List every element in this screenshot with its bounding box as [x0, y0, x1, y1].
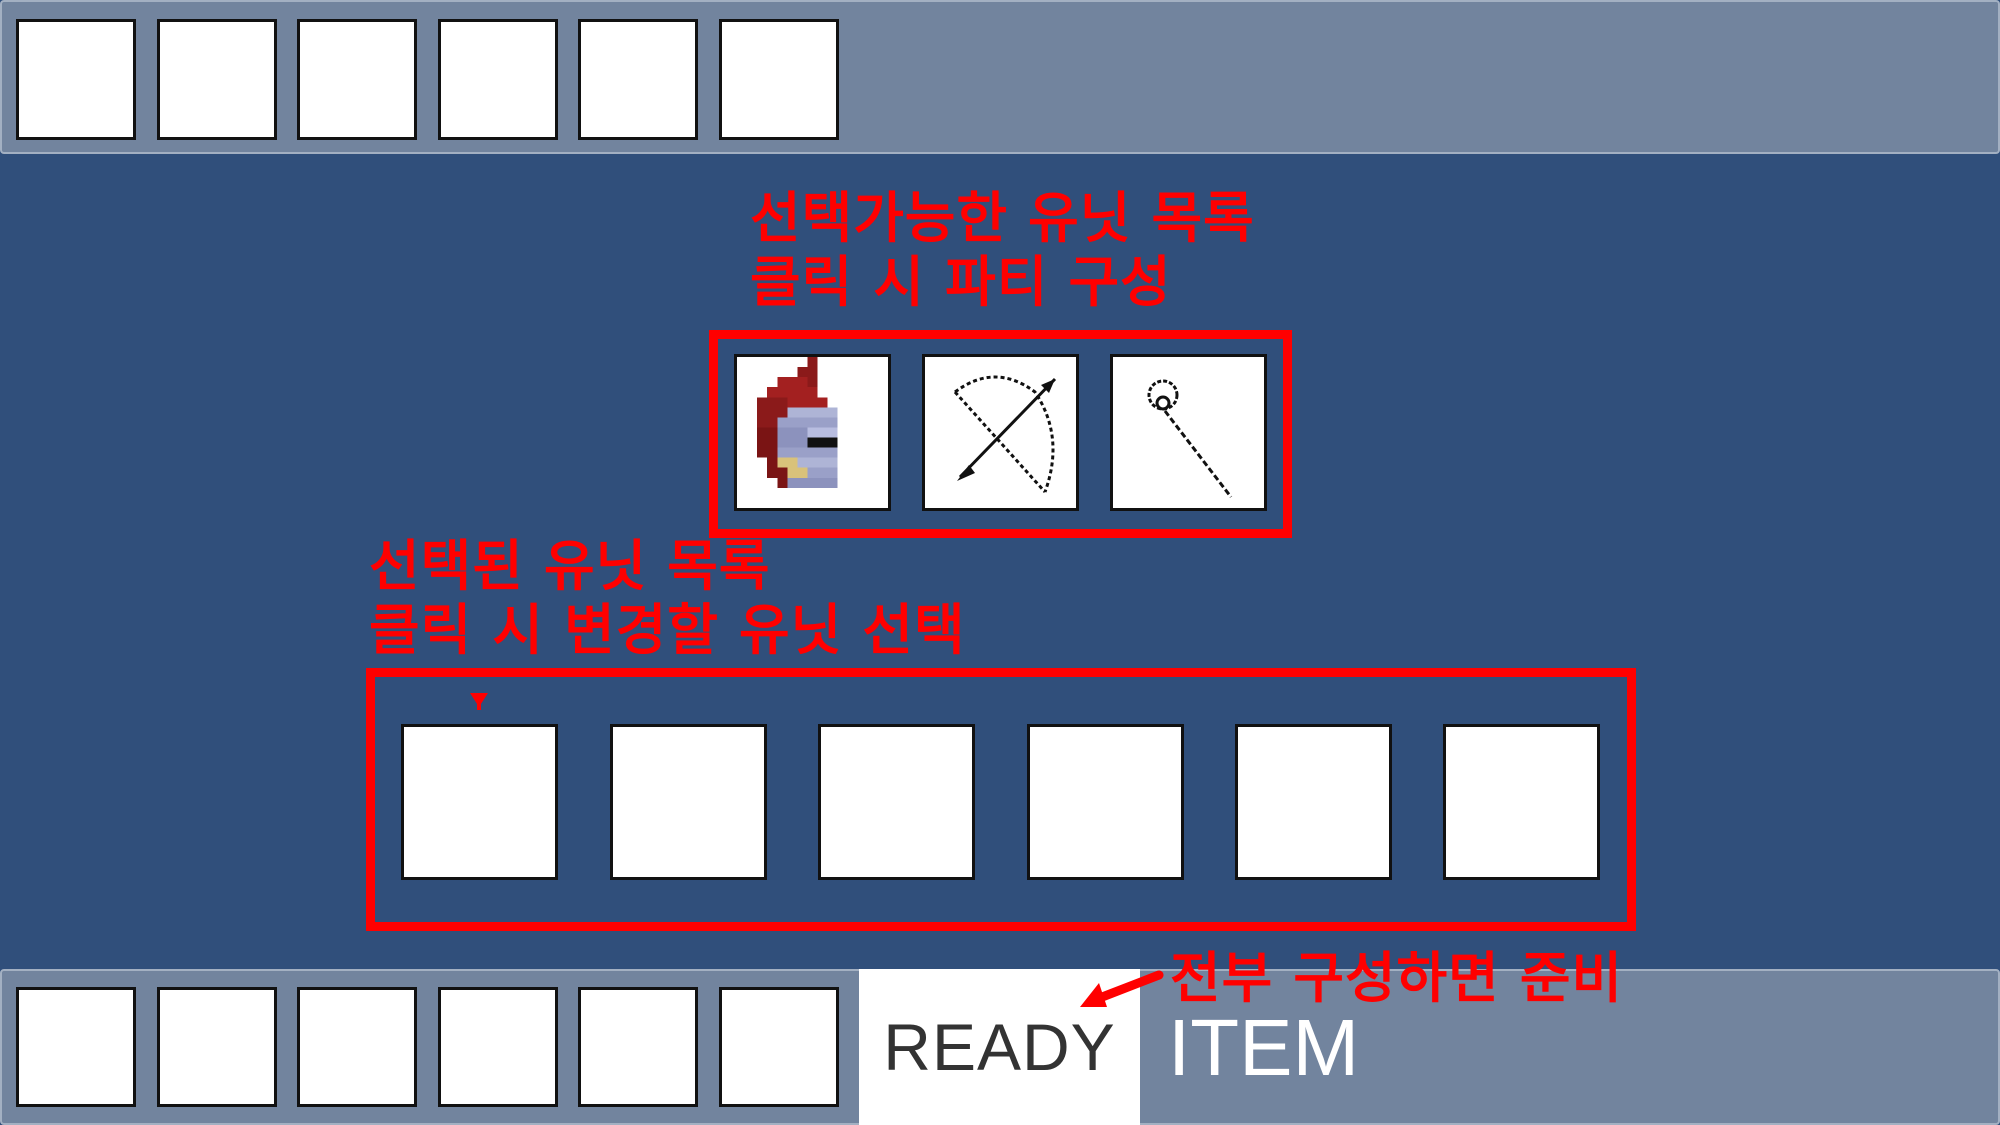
party-slot[interactable]	[401, 724, 558, 880]
party-slot[interactable]	[1443, 724, 1600, 880]
annotation-line: 선택가능한 유닛 목록	[750, 186, 1255, 250]
top-slot[interactable]	[16, 19, 136, 140]
top-slot[interactable]	[438, 19, 558, 140]
top-slot[interactable]	[578, 19, 698, 140]
party-slot[interactable]	[818, 724, 975, 880]
bottom-slot[interactable]	[578, 987, 698, 1107]
top-slot-bar	[0, 0, 2000, 154]
bottom-slot[interactable]	[16, 987, 136, 1107]
bottom-slot[interactable]	[438, 987, 558, 1107]
selectable-units-annotation: 선택가능한 유닛 목록 클릭 시 파티 구성	[750, 186, 1255, 314]
party-slot[interactable]	[1235, 724, 1392, 880]
top-slot[interactable]	[297, 19, 417, 140]
unit-option-knight[interactable]	[734, 354, 891, 511]
party-slot[interactable]	[1027, 724, 1184, 880]
party-slot[interactable]	[610, 724, 767, 880]
selected-units-annotation: 선택된 유닛 목록 클릭 시 변경할 유닛 선택	[369, 534, 966, 662]
bow-arrow-icon	[953, 375, 1057, 494]
selected-slot-marker-stem	[477, 700, 481, 710]
knight-helmet-icon	[757, 357, 838, 488]
top-slot[interactable]	[157, 19, 277, 140]
magic-staff-icon	[1147, 379, 1233, 498]
unit-option-mage[interactable]	[1110, 354, 1267, 511]
top-slot[interactable]	[719, 19, 839, 140]
annotation-line: 클릭 시 파티 구성	[750, 250, 1172, 314]
item-button[interactable]: ITEM	[1168, 1000, 1359, 1095]
annotation-arrow-icon	[1080, 970, 1164, 1007]
bottom-slot[interactable]	[157, 987, 277, 1107]
bottom-slot[interactable]	[297, 987, 417, 1107]
annotation-line: 클릭 시 변경할 유닛 선택	[369, 598, 966, 662]
ready-annotation: 전부 구성하면 준비	[1170, 946, 1624, 1010]
bottom-slot[interactable]	[719, 987, 839, 1107]
annotation-line: 선택된 유닛 목록	[369, 534, 771, 598]
unit-option-archer[interactable]	[922, 354, 1079, 511]
